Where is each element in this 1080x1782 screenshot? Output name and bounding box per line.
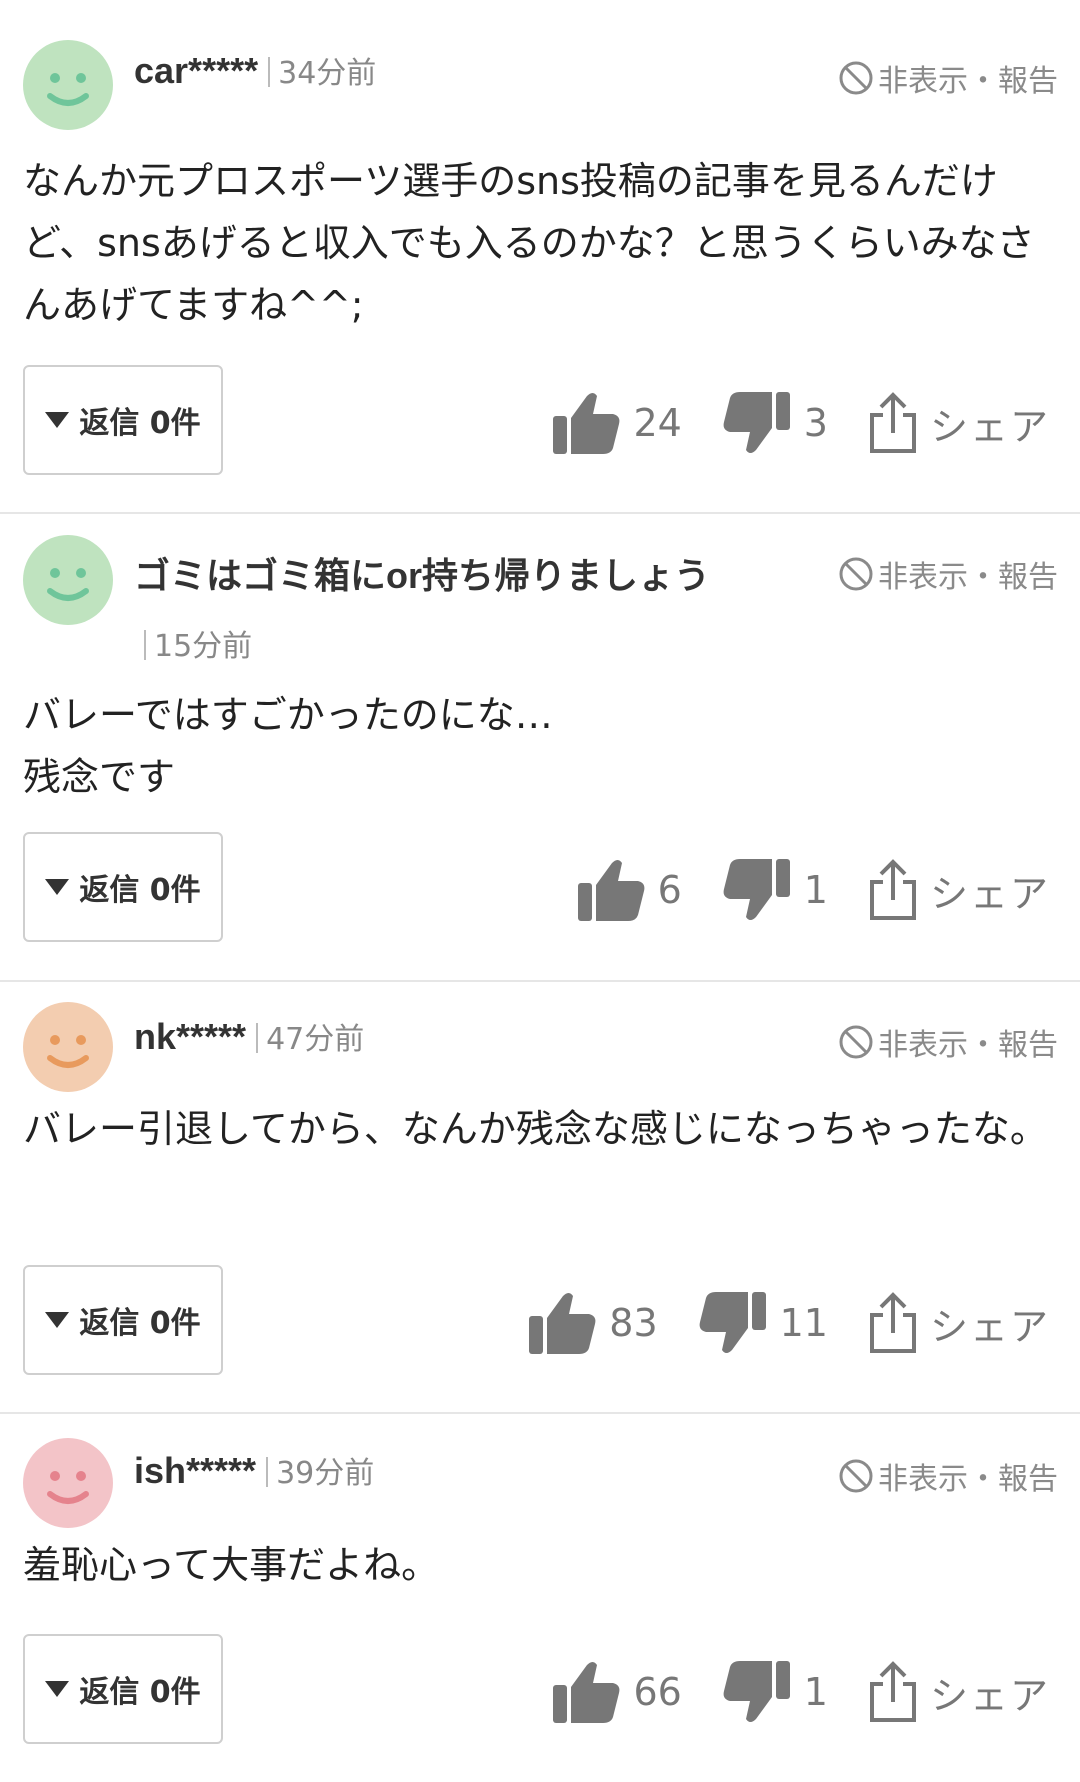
avatar[interactable] bbox=[23, 1438, 113, 1528]
dislike-button[interactable]: 3 bbox=[722, 390, 828, 456]
comment-actions: 24 3 シェア bbox=[551, 383, 1050, 463]
block-icon bbox=[839, 557, 873, 591]
thumbs-down-icon bbox=[699, 1292, 766, 1353]
comment-text: 羞恥心って大事だよね。 bbox=[23, 1543, 440, 1587]
thumbs-down-icon bbox=[723, 859, 790, 920]
comment-actions: 83 11 シェア bbox=[527, 1283, 1050, 1363]
comment-header: nk***** 47分前 bbox=[134, 1014, 820, 1058]
block-icon bbox=[839, 1459, 873, 1493]
share-icon bbox=[869, 1292, 916, 1353]
dislike-count: 11 bbox=[779, 1301, 828, 1345]
reply-label: 返信 0件 bbox=[79, 406, 201, 441]
timestamp: 15分前 bbox=[154, 629, 253, 664]
avatar[interactable] bbox=[23, 40, 113, 130]
hide-report-label: 非表示・報告 bbox=[878, 64, 1058, 99]
reply-label: 返信 0件 bbox=[79, 1675, 201, 1710]
thumbs-up-icon bbox=[553, 393, 620, 454]
reply-button[interactable]: 返信 0件 bbox=[23, 1634, 223, 1744]
thumbs-down-icon bbox=[723, 392, 790, 453]
caret-down-icon bbox=[45, 1312, 70, 1328]
reply-label: 返信 0件 bbox=[79, 873, 201, 908]
share-icon bbox=[869, 392, 916, 453]
hide-report-button[interactable]: 非表示・報告 bbox=[838, 56, 1058, 100]
caret-down-icon bbox=[45, 879, 70, 895]
share-label: シェア bbox=[929, 404, 1050, 449]
share-icon bbox=[869, 859, 916, 920]
comment-item: ゴミはゴミ箱にor持ち帰りましょう 15分前 非表示・報告 バレーではすごかったの… bbox=[0, 514, 1080, 982]
share-label: シェア bbox=[929, 1304, 1050, 1349]
like-count: 66 bbox=[633, 1670, 682, 1714]
comment-header: ゴミはゴミ箱にor持ち帰りましょう 15分前 bbox=[134, 544, 820, 683]
caret-down-icon bbox=[45, 1681, 70, 1697]
divider bbox=[266, 1457, 269, 1487]
dislike-count: 1 bbox=[803, 868, 828, 912]
comment-header: car***** 34分前 bbox=[134, 48, 820, 92]
hide-report-button[interactable]: 非表示・報告 bbox=[838, 552, 1058, 596]
like-count: 6 bbox=[657, 868, 682, 912]
hide-report-button[interactable]: 非表示・報告 bbox=[838, 1020, 1058, 1064]
dislike-button[interactable]: 1 bbox=[722, 1659, 828, 1725]
share-button[interactable]: シェア bbox=[868, 1291, 1050, 1355]
share-label: シェア bbox=[929, 871, 1050, 916]
dislike-count: 3 bbox=[803, 401, 828, 445]
share-button[interactable]: シェア bbox=[868, 391, 1050, 455]
comment-item: nk***** 47分前 非表示・報告 バレー引退してから、なんか残念な感じになっ… bbox=[0, 982, 1080, 1414]
reply-button[interactable]: 返信 0件 bbox=[23, 1265, 223, 1375]
divider bbox=[144, 630, 146, 660]
comment-header: ish***** 39分前 bbox=[134, 1448, 820, 1492]
thumbs-down-icon bbox=[723, 1661, 790, 1722]
timestamp: 34分前 bbox=[278, 56, 377, 91]
dislike-count: 1 bbox=[803, 1670, 828, 1714]
reply-label: 返信 0件 bbox=[79, 1306, 201, 1341]
hide-report-label: 非表示・報告 bbox=[878, 560, 1058, 595]
comment-text: バレー引退してから、なんか残念な感じになっちゃったな。 bbox=[23, 1107, 1048, 1151]
thumbs-up-icon bbox=[553, 1662, 620, 1723]
share-label: シェア bbox=[929, 1673, 1050, 1718]
reply-button[interactable]: 返信 0件 bbox=[23, 832, 223, 942]
like-button[interactable]: 24 bbox=[551, 390, 682, 456]
share-button[interactable]: シェア bbox=[868, 1660, 1050, 1724]
share-icon bbox=[869, 1661, 916, 1722]
divider bbox=[256, 1023, 259, 1053]
like-button[interactable]: 83 bbox=[527, 1290, 658, 1356]
hide-report-button[interactable]: 非表示・報告 bbox=[838, 1454, 1058, 1498]
username[interactable]: nk***** bbox=[134, 1016, 246, 1057]
thumbs-up-icon bbox=[529, 1293, 596, 1354]
thumbs-up-icon bbox=[577, 860, 645, 921]
comment-item: ish***** 39分前 非表示・報告 羞恥心って大事だよね。 返信 0件 66… bbox=[0, 1414, 1080, 1782]
share-button[interactable]: シェア bbox=[868, 858, 1050, 922]
timestamp: 39分前 bbox=[276, 1456, 375, 1491]
comment-actions: 6 1 シェア bbox=[576, 850, 1050, 930]
dislike-button[interactable]: 11 bbox=[698, 1290, 828, 1356]
timestamp: 47分前 bbox=[266, 1022, 365, 1057]
like-count: 83 bbox=[609, 1301, 658, 1345]
divider bbox=[268, 57, 271, 87]
reply-button[interactable]: 返信 0件 bbox=[23, 365, 223, 475]
username[interactable]: ish***** bbox=[134, 1450, 256, 1491]
comment-actions: 66 1 シェア bbox=[551, 1652, 1050, 1732]
hide-report-label: 非表示・報告 bbox=[878, 1028, 1058, 1063]
dislike-button[interactable]: 1 bbox=[722, 857, 828, 923]
like-count: 24 bbox=[633, 401, 682, 445]
comment-text: バレーではすごかったのにな… 残念です bbox=[23, 693, 553, 799]
caret-down-icon bbox=[45, 412, 70, 428]
like-button[interactable]: 6 bbox=[576, 857, 682, 923]
block-icon bbox=[839, 61, 873, 95]
avatar[interactable] bbox=[23, 1002, 113, 1092]
username[interactable]: ゴミはゴミ箱にor持ち帰りましょう bbox=[134, 555, 710, 596]
hide-report-label: 非表示・報告 bbox=[878, 1462, 1058, 1497]
username[interactable]: car***** bbox=[134, 50, 258, 91]
comment-item: car***** 34分前 非表示・報告 なんか元プロスポーツ選手のsns投稿の記… bbox=[0, 0, 1080, 514]
comment-text: なんか元プロスポーツ選手のsns投稿の記事を見るんだけど、snsあげると収入でも… bbox=[23, 159, 1035, 327]
like-button[interactable]: 66 bbox=[551, 1659, 682, 1725]
avatar[interactable] bbox=[23, 535, 113, 625]
block-icon bbox=[839, 1025, 873, 1059]
